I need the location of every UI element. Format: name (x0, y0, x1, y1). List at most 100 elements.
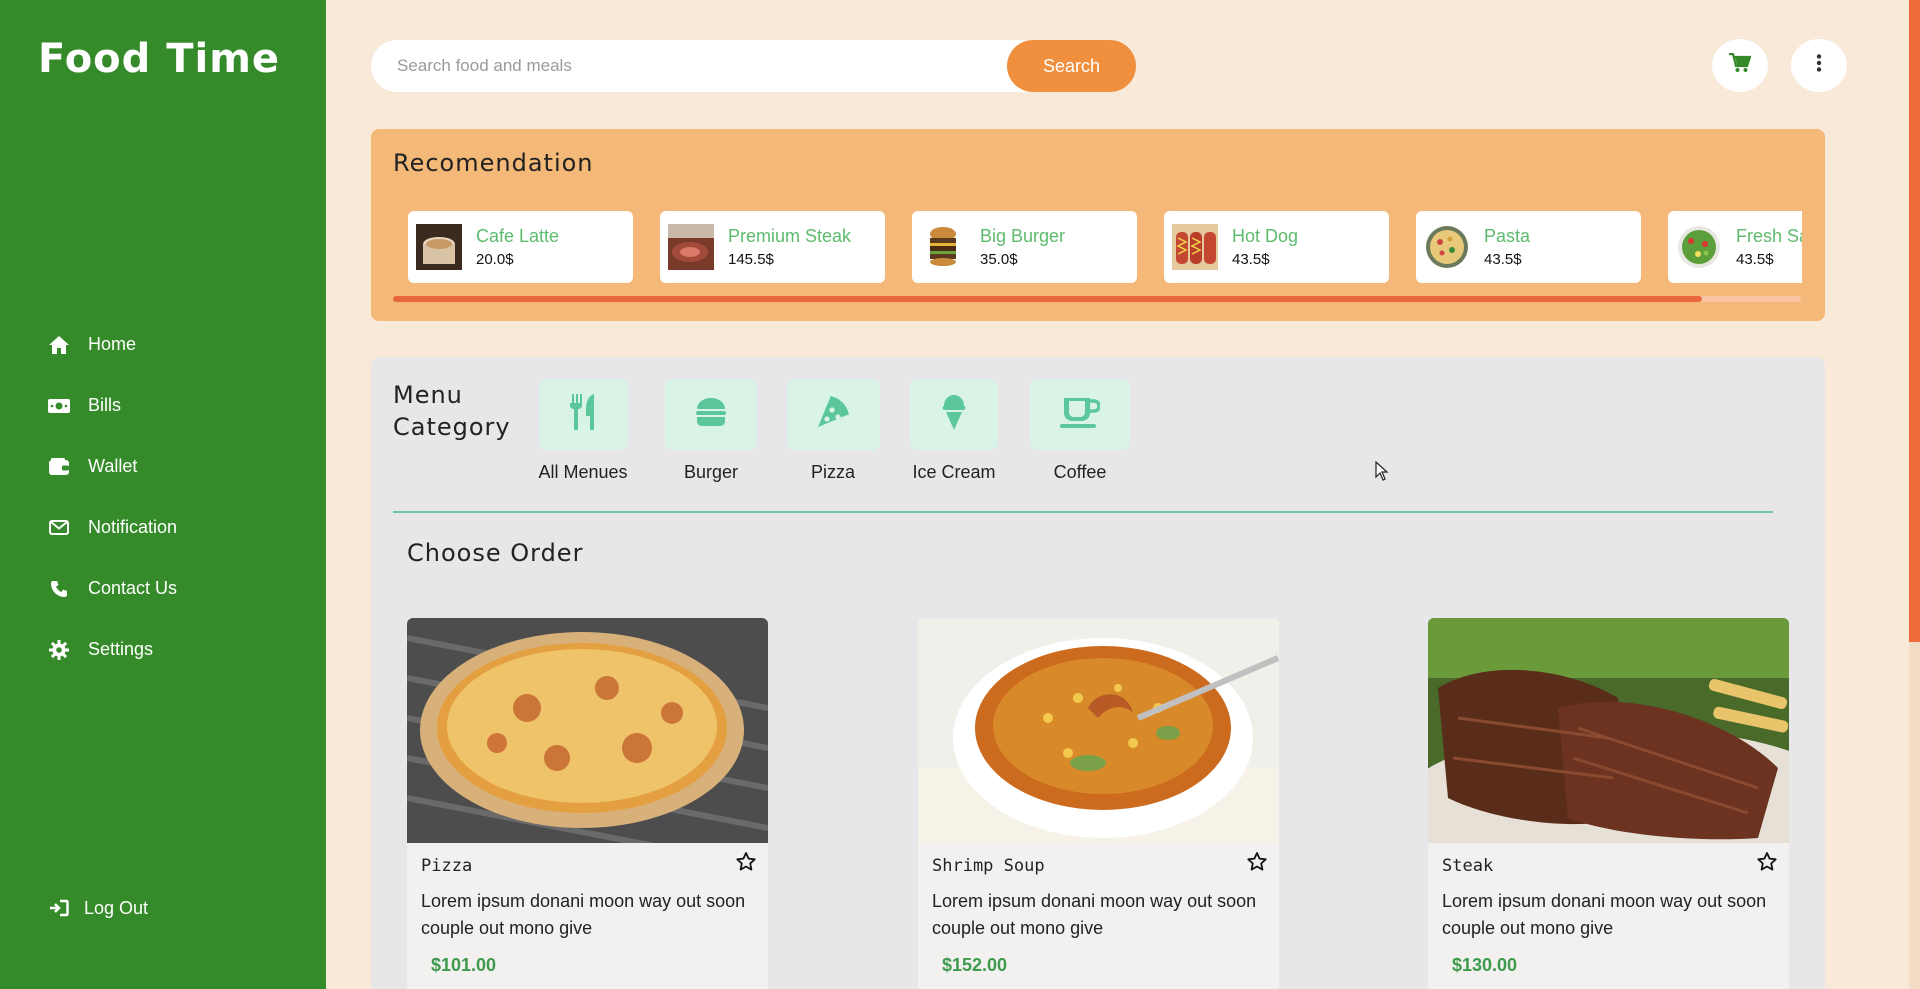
pasta-image (1424, 224, 1470, 270)
sidebar: Food Time Home Bills Wallet Notification (0, 0, 326, 989)
reco-item-price: 145.5$ (728, 251, 774, 268)
home-icon (48, 334, 70, 356)
reco-card-hot-dog[interactable]: Hot Dog 43.5$ (1164, 211, 1389, 283)
sidebar-item-notification[interactable]: Notification (48, 497, 177, 558)
sidebar-item-home[interactable]: Home (48, 314, 177, 375)
sidebar-item-label: Notification (88, 517, 178, 537)
page-scrollbar-thumb[interactable] (1909, 0, 1920, 642)
sidebar-item-label: Wallet (88, 456, 138, 476)
category-label: Pizza (810, 462, 855, 482)
category-coffee[interactable]: Coffee (1030, 379, 1130, 483)
search-button[interactable]: Search (1007, 40, 1136, 92)
food-description: Lorem ipsum donani moon way out soon cou… (932, 891, 1257, 938)
reco-card-cafe-latte[interactable]: Cafe Latte 20.0$ (408, 211, 633, 283)
cart-icon (1729, 52, 1752, 78)
more-vertical-icon (1816, 54, 1822, 77)
sidebar-item-label: Settings (88, 639, 154, 659)
category-pizza[interactable]: Pizza (786, 379, 880, 483)
category-icon-box (665, 379, 757, 450)
reco-item-name: Hot Dog (1232, 226, 1299, 246)
gear-icon (48, 639, 70, 661)
category-icon-box (786, 379, 880, 450)
reco-card-big-burger[interactable]: Big Burger 35.0$ (912, 211, 1137, 283)
cafe-latte-image (416, 224, 462, 270)
recommendation-scrollbar-thumb[interactable] (393, 296, 1703, 302)
money-icon (48, 395, 70, 417)
category-icon-box (910, 379, 998, 450)
reco-item-price: 43.5$ (1484, 251, 1522, 268)
food-price: $130.00 (1452, 955, 1518, 975)
food-name: Pizza (421, 856, 473, 876)
sidebar-item-contact-us[interactable]: Contact Us (48, 558, 177, 619)
reco-item-name: Premium Steak (728, 226, 852, 246)
favorite-star-icon[interactable] (736, 852, 756, 876)
recommendation-strip[interactable]: Cafe Latte 20.0$ Premium Steak 145.5$ Bi… (408, 211, 1802, 283)
category-icon-box (1030, 379, 1130, 450)
category-label: All Menues (538, 462, 628, 482)
sidebar-nav: Home Bills Wallet Notification Contact U… (48, 314, 177, 680)
category-burger[interactable]: Burger (664, 379, 758, 483)
wallet-icon (48, 456, 70, 478)
hot-dog-image (1172, 224, 1218, 270)
big-burger-image (920, 224, 966, 270)
sidebar-item-bills[interactable]: Bills (48, 375, 177, 436)
food-card-steak[interactable]: Steak Lorem ipsum donani moon way out so… (1428, 618, 1789, 989)
choose-order-title: Choose Order (407, 539, 584, 567)
reco-item-name: Big Burger (980, 226, 1066, 246)
reco-item-price: 43.5$ (1232, 251, 1270, 268)
sidebar-item-wallet[interactable]: Wallet (48, 436, 177, 497)
sidebar-item-settings[interactable]: Settings (48, 619, 177, 680)
search-input[interactable] (397, 40, 957, 92)
sidebar-item-label: Contact Us (88, 578, 178, 598)
recommendation-panel: Recomendation Cafe Latte 20.0$ Premium S… (371, 129, 1825, 321)
search-bar: Search (371, 40, 1136, 92)
recommendation-title: Recomendation (393, 149, 594, 177)
utensils-icon (568, 394, 598, 435)
category-label: Ice Cream (912, 462, 996, 482)
menu-category-title: Menu Category (393, 381, 511, 441)
pizza-slice-icon (816, 395, 850, 434)
reco-card-pasta[interactable]: Pasta 43.5$ (1416, 211, 1641, 283)
shrimp-soup-image (918, 618, 1279, 843)
logout-label: Log Out (84, 897, 149, 918)
food-card-pizza[interactable]: Pizza Lorem ipsum donani moon way out so… (407, 618, 768, 989)
mouse-cursor-icon (1375, 461, 1389, 481)
food-name: Steak (1442, 856, 1494, 876)
food-description: Lorem ipsum donani moon way out soon cou… (421, 891, 746, 938)
reco-card-premium-steak[interactable]: Premium Steak 145.5$ (660, 211, 885, 283)
food-description: Lorem ipsum donani moon way out soon cou… (1442, 891, 1767, 938)
food-card-shrimp-soup[interactable]: Shrimp Soup Lorem ipsum donani moon way … (918, 618, 1279, 989)
reco-item-name: Cafe Latte (476, 226, 560, 246)
reco-item-price: 20.0$ (476, 251, 514, 268)
envelope-icon (48, 517, 70, 539)
sidebar-item-label: Bills (88, 395, 122, 415)
section-divider (393, 511, 1773, 513)
brand-logo[interactable]: Food Time (38, 36, 280, 82)
reco-item-price: 43.5$ (1736, 251, 1774, 268)
sign-out-icon (48, 897, 70, 919)
cart-button[interactable] (1712, 39, 1768, 92)
pizza-image (407, 618, 768, 871)
favorite-star-icon[interactable] (1757, 852, 1777, 876)
category-label: Burger (683, 462, 739, 482)
page-scrollbar[interactable] (1909, 0, 1920, 989)
reco-card-fresh-salad[interactable]: Fresh Salad 43.5$ (1668, 211, 1802, 283)
reco-item-price: 35.0$ (980, 251, 1018, 268)
recommendation-scrollbar[interactable] (393, 296, 1801, 302)
sidebar-item-label: Home (88, 334, 137, 354)
phone-icon (48, 578, 70, 600)
category-all-menues[interactable]: All Menues (536, 379, 630, 483)
food-price: $101.00 (431, 955, 497, 975)
food-price: $152.00 (942, 955, 1008, 975)
fresh-salad-image (1676, 224, 1722, 270)
steak-image (1428, 618, 1789, 888)
category-ice-cream[interactable]: Ice Cream (907, 379, 1001, 483)
more-options-button[interactable] (1791, 39, 1847, 92)
reco-item-name: Fresh Salad (1736, 226, 1802, 246)
favorite-star-icon[interactable] (1247, 852, 1267, 876)
logout-button[interactable]: Log Out (48, 897, 148, 919)
category-label: Coffee (1053, 462, 1107, 482)
menu-panel: Menu Category All Menues Burger Pizza Ic… (371, 357, 1825, 989)
reco-item-name: Pasta (1484, 226, 1531, 246)
food-name: Shrimp Soup (932, 856, 1045, 876)
